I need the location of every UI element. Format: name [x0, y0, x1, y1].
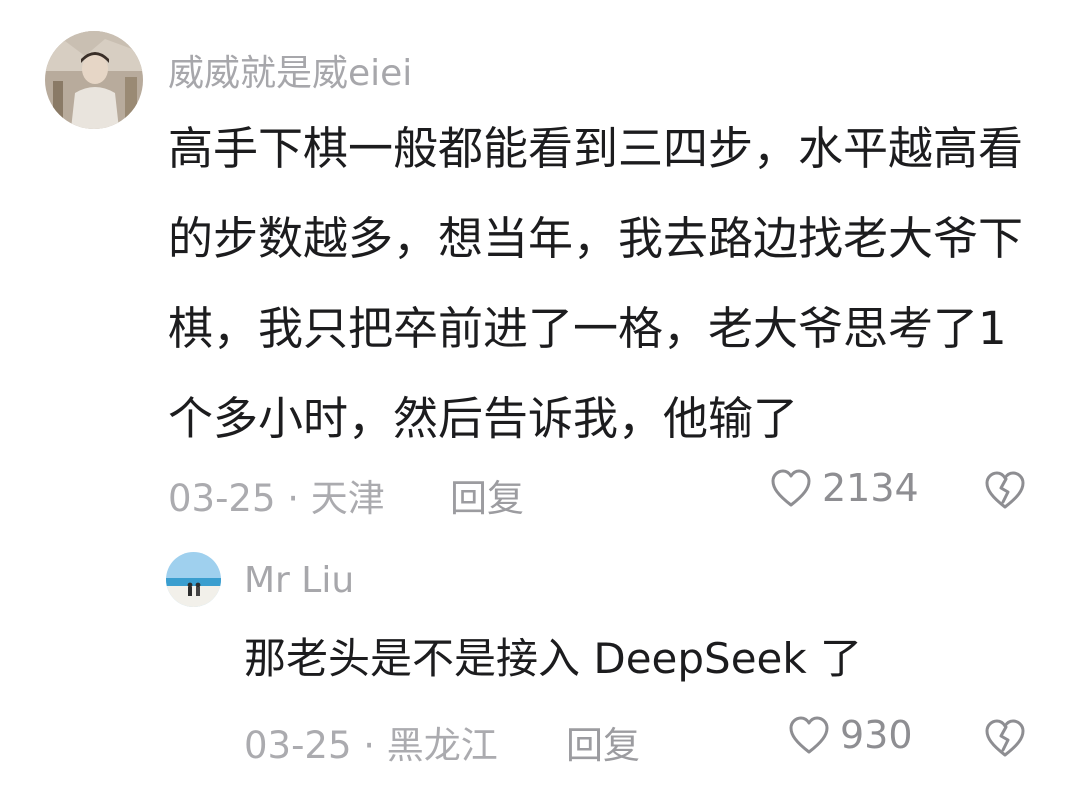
- dislike-button[interactable]: [984, 718, 1026, 762]
- broken-heart-icon: [985, 719, 1025, 757]
- comment-text: 那老头是不是接入 DeepSeek 了: [244, 634, 863, 683]
- comment-item: 威威就是威eiei 高手下棋一般都能看到三四步，水平越高看的步数越多，想当年，我…: [0, 0, 1080, 540]
- broken-heart-icon: [985, 471, 1025, 509]
- reply-comment-item: Mr Liu 那老头是不是接入 DeepSeek 了 03-25 · 黑龙江 回…: [0, 540, 1080, 804]
- like-count: 2134: [822, 466, 919, 510]
- dislike-button[interactable]: [984, 470, 1026, 514]
- user-avatar[interactable]: [166, 552, 221, 607]
- avatar-beach-icon: [166, 552, 221, 607]
- heart-outline-icon: [789, 716, 829, 754]
- comment-date-location: 03-25 · 黑龙江: [244, 724, 498, 767]
- comment-date-location: 03-25 · 天津: [168, 477, 385, 520]
- comment-username[interactable]: 威威就是威eiei: [168, 44, 412, 96]
- like-count: 930: [840, 713, 913, 757]
- heart-outline-icon: [771, 469, 811, 507]
- comment-username[interactable]: Mr Liu: [244, 560, 354, 601]
- user-avatar[interactable]: [45, 31, 143, 129]
- reply-button[interactable]: 回复: [566, 715, 640, 769]
- like-button[interactable]: 930: [788, 713, 913, 757]
- like-button[interactable]: 2134: [770, 466, 919, 510]
- avatar-photo-icon: [45, 31, 143, 129]
- reply-button[interactable]: 回复: [450, 468, 524, 522]
- comment-text: 高手下棋一般都能看到三四步，水平越高看的步数越多，想当年，我去路边找老大爷下棋，…: [168, 122, 1024, 445]
